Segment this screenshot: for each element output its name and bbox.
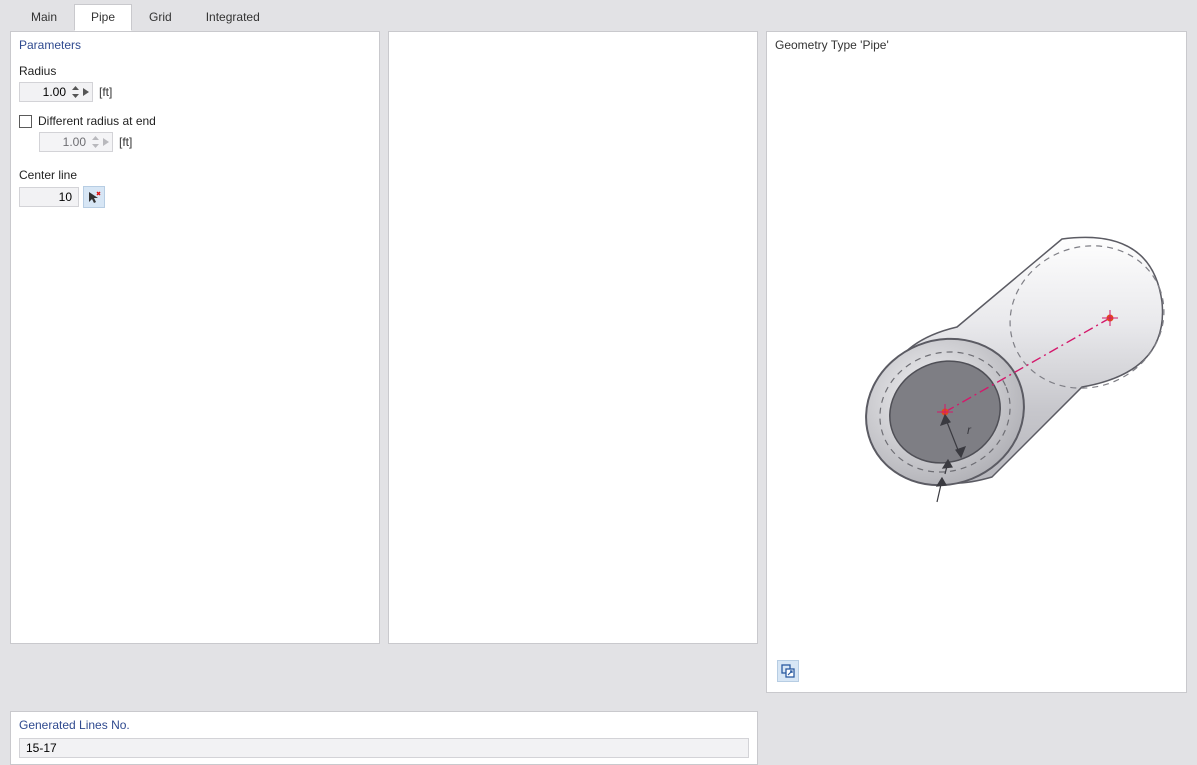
radius-end-input-box <box>39 132 113 152</box>
pipe-body-icon <box>844 223 1186 509</box>
radius-unit: [ft] <box>97 85 112 99</box>
help-link-icon <box>781 664 795 678</box>
radius-spin-up[interactable] <box>70 84 80 92</box>
pipe-preview: r <box>817 202 1187 542</box>
pick-arrow-icon <box>87 190 101 204</box>
parameters-panel: Parameters Radius [ft] Different radius … <box>10 31 380 644</box>
middle-empty-panel <box>388 31 758 644</box>
radius-end-spin-up <box>90 134 100 142</box>
tab-pipe[interactable]: Pipe <box>74 4 132 31</box>
radius-jump-button[interactable] <box>80 83 92 101</box>
radius-input[interactable] <box>20 83 70 101</box>
tab-main[interactable]: Main <box>14 4 74 31</box>
tab-strip: Main Pipe Grid Integrated <box>0 0 1197 31</box>
generated-lines-panel: Generated Lines No. <box>10 711 758 765</box>
tab-integrated[interactable]: Integrated <box>189 4 277 31</box>
radius-end-spin-down <box>90 142 100 150</box>
radius-input-box <box>19 82 93 102</box>
center-line-input[interactable] <box>20 188 78 206</box>
center-line-label: Center line <box>11 154 379 184</box>
radius-label: Radius <box>11 56 379 80</box>
radius-spin-down[interactable] <box>70 92 80 100</box>
radius-end-input[interactable] <box>40 133 90 151</box>
different-radius-label: Different radius at end <box>38 114 156 128</box>
preview-panel: Geometry Type 'Pipe' <box>766 31 1187 693</box>
preview-title: Geometry Type 'Pipe' <box>767 32 1186 58</box>
different-radius-checkbox[interactable] <box>19 115 32 128</box>
radius-end-jump-button <box>100 133 112 151</box>
help-link-button[interactable] <box>777 660 799 682</box>
tab-grid[interactable]: Grid <box>132 4 189 31</box>
radius-end-unit: [ft] <box>117 135 132 149</box>
center-line-input-box <box>19 187 79 207</box>
parameters-title: Parameters <box>11 32 379 56</box>
generated-lines-input[interactable] <box>19 738 749 758</box>
generated-lines-title: Generated Lines No. <box>11 712 757 736</box>
center-line-pick-button[interactable] <box>83 186 105 208</box>
